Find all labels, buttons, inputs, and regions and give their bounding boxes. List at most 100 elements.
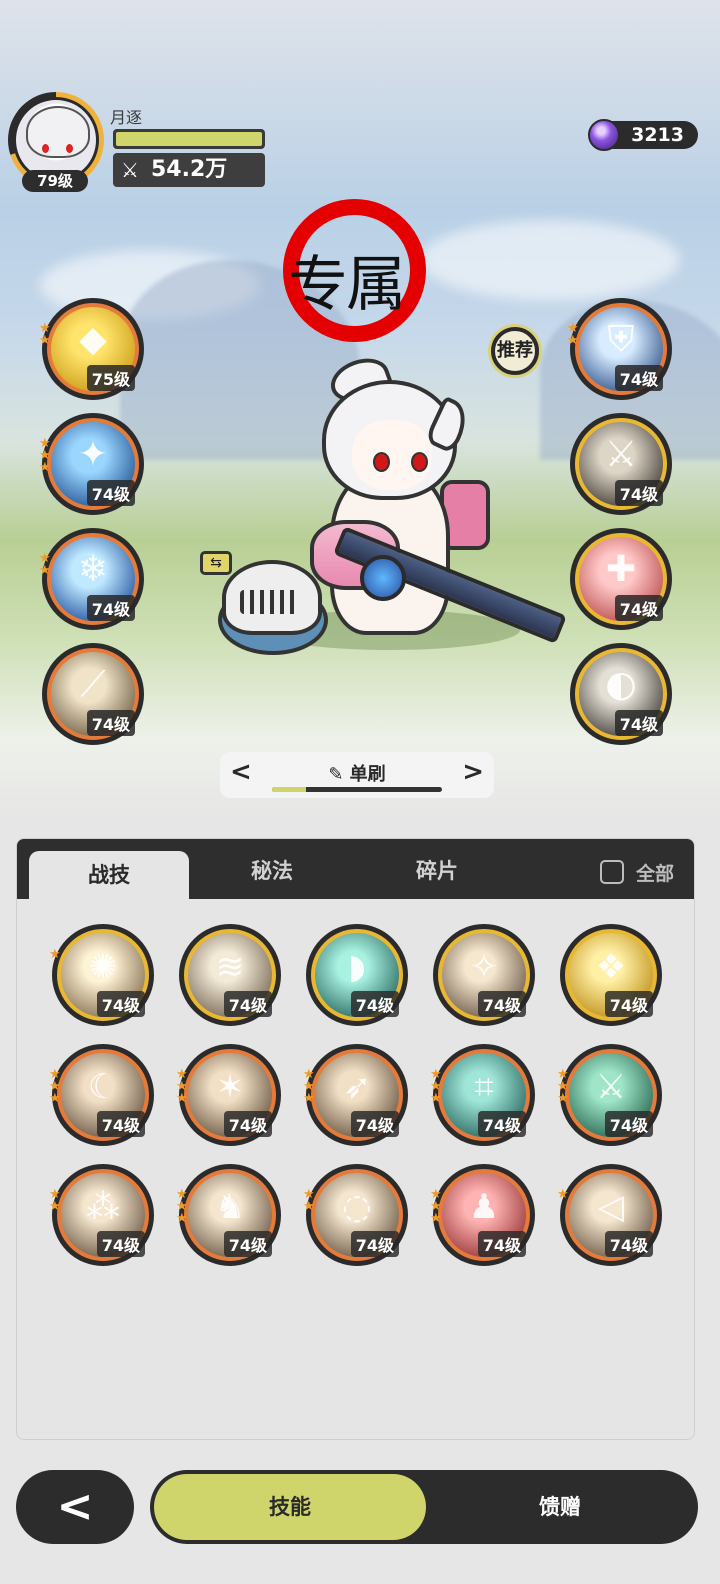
skill-triple-mark[interactable]: ⁂ 74级 ★ ★ xyxy=(49,1164,154,1266)
blue-cloud-dome-icon: ✦ xyxy=(77,434,109,475)
skill-gale-horn[interactable]: ◁ 74级 ★ xyxy=(557,1164,662,1266)
equip-level: 74级 xyxy=(614,480,663,506)
skill-level: 74级 xyxy=(477,991,526,1017)
mode-selector: < ✎ 单刷 > xyxy=(220,752,494,798)
equip-level: 75级 xyxy=(86,365,135,391)
purple-gem-icon xyxy=(588,119,620,151)
star-rank-icon: ★ xyxy=(49,947,61,962)
star-rank-icon: ★ ★ ★ xyxy=(430,1187,442,1226)
swap-pet-icon[interactable]: ⇆ xyxy=(200,551,232,575)
golden-rune-icon: ❖ xyxy=(595,947,627,987)
light-slash-icon: ⟋ xyxy=(80,664,106,705)
star-rank-icon: ★ xyxy=(557,1187,569,1202)
star-rank-icon: ★ ★ xyxy=(567,321,579,348)
combat-power-box: ⚔ 54.2万 xyxy=(113,153,265,187)
impact-icon: ✧ xyxy=(469,947,499,987)
character-right-eye xyxy=(411,452,428,472)
dark-blade-icon: ⚔ xyxy=(604,434,638,475)
player-name: 月逐 xyxy=(110,108,143,127)
equip-slot-ice-shard[interactable]: ❄ 74级 ★ ★ xyxy=(39,528,144,630)
star-rank-icon: ★ ★ ★ xyxy=(39,436,51,475)
skill-red-figure[interactable]: ♟ 74级 ★ ★ ★ xyxy=(430,1164,535,1266)
skill-golden-rune[interactable]: ❖ 74级 xyxy=(560,924,662,1026)
nav-gift-tab[interactable]: 馈赠 xyxy=(426,1474,694,1540)
equip-slot-red-sword[interactable]: ✚ 74级 xyxy=(570,528,672,630)
skill-level: 74级 xyxy=(96,991,145,1017)
vortex-icon: ◌ xyxy=(342,1187,372,1227)
skill-teal-wave[interactable]: ◗ 74级 xyxy=(306,924,408,1026)
dash-strike-icon: ➶ xyxy=(342,1067,372,1107)
golden-crystal-icon: ◆ xyxy=(79,319,107,360)
skill-level: 74级 xyxy=(96,1111,145,1137)
equip-level: 74级 xyxy=(614,710,663,736)
pet-visor xyxy=(240,590,300,614)
skill-level: 74级 xyxy=(350,991,399,1017)
skill-vortex[interactable]: ◌ 74级 ★ ★ xyxy=(303,1164,408,1266)
green-blade-icon: ⚔ xyxy=(595,1067,627,1107)
skill-green-blade[interactable]: ⚔ 74级 ★ ★ ★ xyxy=(557,1044,662,1146)
skill-level: 74级 xyxy=(604,1231,653,1257)
skill-level: 74级 xyxy=(477,1231,526,1257)
character-left-eye xyxy=(373,452,390,472)
skill-level: 74级 xyxy=(223,1111,272,1137)
equip-slot-dark-blade[interactable]: ⚔ 74级 xyxy=(570,413,672,515)
chevron-left-icon: < xyxy=(56,1481,94,1532)
tab-combat-skills[interactable]: 战技 xyxy=(29,851,189,899)
nav-skills-tab[interactable]: 技能 xyxy=(154,1474,426,1540)
currency-display[interactable]: 3213 xyxy=(588,119,698,151)
gale-horn-icon: ◁ xyxy=(597,1187,625,1227)
skill-level: 74级 xyxy=(477,1111,526,1137)
triple-mark-icon: ⁂ xyxy=(86,1187,120,1227)
star-rank-icon: ★ ★ xyxy=(49,1187,61,1214)
skill-crescent[interactable]: ☾ 74级 ★ ★ ★ xyxy=(49,1044,154,1146)
wind-slash-icon: ≋ xyxy=(215,947,245,987)
equip-slot-blue-cloud-dome[interactable]: ✦ 74级 ★ ★ ★ xyxy=(39,413,144,515)
star-spin-icon: ✶ xyxy=(215,1067,245,1107)
skill-level: 74级 xyxy=(604,991,653,1017)
star-rank-icon: ★ ★ ★ xyxy=(49,1067,61,1106)
skill-burst[interactable]: ✺ 74级 ★ xyxy=(49,924,154,1026)
skill-beast-rush[interactable]: ♞ 74级 ★ ★ ★ xyxy=(176,1164,281,1266)
skill-level: 74级 xyxy=(350,1111,399,1137)
equip-slot-golden-crystal[interactable]: ◆ 75级 ★ ★ xyxy=(39,298,144,400)
equip-level: 74级 xyxy=(86,710,135,736)
star-rank-icon: ★ ★ ★ xyxy=(303,1067,315,1106)
skill-impact[interactable]: ✧ 74级 xyxy=(433,924,535,1026)
blue-shield-icon: ⛨ xyxy=(607,319,635,360)
recommend-badge[interactable]: 推荐 xyxy=(491,327,539,375)
skill-wind-slash[interactable]: ≋ 74级 xyxy=(179,924,281,1026)
skill-level: 74级 xyxy=(223,1231,272,1257)
player-level-badge: 79级 xyxy=(22,170,88,192)
star-rank-icon: ★ ★ xyxy=(303,1187,315,1214)
skill-level: 74级 xyxy=(350,1231,399,1257)
teal-wave-icon: ◗ xyxy=(348,947,366,987)
web-net-icon: ⌗ xyxy=(474,1067,494,1107)
back-button[interactable]: < xyxy=(16,1470,134,1544)
chevron-right-icon[interactable]: > xyxy=(462,757,484,787)
equip-slot-blue-shield[interactable]: ⛨ 74级 ★ ★ xyxy=(567,298,672,400)
equip-slot-shadow-swirl[interactable]: ◐ 74级 xyxy=(570,643,672,745)
currency-amount: 3213 xyxy=(631,124,684,146)
skills-tab-bar: 战技 秘法 碎片 全部 xyxy=(17,839,694,899)
star-rank-icon: ★ ★ ★ xyxy=(176,1187,188,1226)
crossed-swords-icon: ⚔ xyxy=(121,158,139,182)
show-all-toggle[interactable]: 全部 xyxy=(599,859,674,886)
show-all-label: 全部 xyxy=(635,863,674,885)
skill-web-net[interactable]: ⌗ 74级 ★ ★ ★ xyxy=(430,1044,535,1146)
crescent-icon: ☾ xyxy=(87,1067,119,1107)
equip-slot-light-slash[interactable]: ⟋ 74级 xyxy=(42,643,144,745)
combat-power-value: 54.2万 xyxy=(151,157,228,182)
skill-star-spin[interactable]: ✶ 74级 ★ ★ ★ xyxy=(176,1044,281,1146)
skill-level: 74级 xyxy=(604,1111,653,1137)
equip-level: 74级 xyxy=(614,365,663,391)
shadow-swirl-icon: ◐ xyxy=(605,664,637,705)
tab-fragments[interactable]: 碎片 xyxy=(362,839,512,899)
skills-panel: 战技 秘法 碎片 全部 ✺ 74级 ★ ≋ 74级 ◗ 74级 ✧ 74级 ❖ 74级 ☾ 74级 ★ ★ ★… xyxy=(16,838,695,1440)
red-sword-icon: ✚ xyxy=(605,549,637,590)
skill-level: 74级 xyxy=(223,991,272,1017)
sword-gem-icon xyxy=(360,555,406,601)
checkbox-icon xyxy=(599,860,624,884)
tab-arcane[interactable]: 秘法 xyxy=(197,839,347,899)
skill-dash-strike[interactable]: ➶ 74级 ★ ★ ★ xyxy=(303,1044,408,1146)
equip-level: 74级 xyxy=(86,480,135,506)
